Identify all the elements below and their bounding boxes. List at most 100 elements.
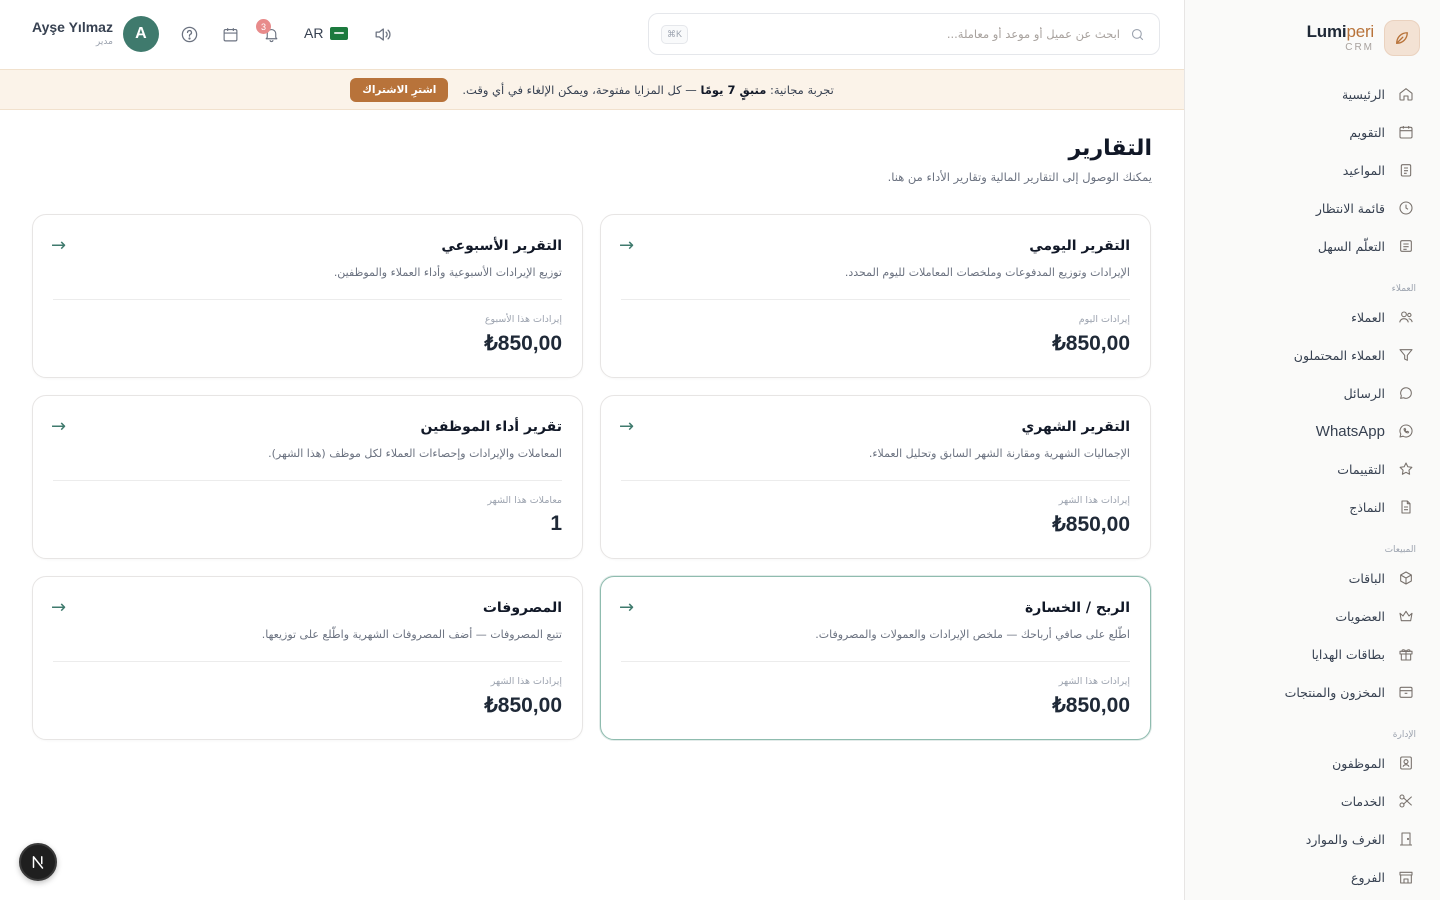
sidebar-item-label: العملاء المحتملون <box>1293 347 1385 363</box>
page-subtitle: يمكنك الوصول إلى التقارير المالية وتقاري… <box>887 170 1152 184</box>
card-metric-label: إيرادات اليوم <box>1078 314 1130 325</box>
crown-icon <box>1397 608 1414 625</box>
sidebar-item-gift-cards[interactable]: بطاقات الهدايا <box>1185 635 1440 673</box>
calendar-icon[interactable] <box>220 24 240 44</box>
card-divider <box>53 299 562 300</box>
sidebar-item-leads[interactable]: العملاء المحتملون <box>1185 336 1440 374</box>
sidebar-item-staff[interactable]: الموظفون <box>1185 744 1440 782</box>
card-description: تتبع المصروفات — أضف المصروفات الشهرية و… <box>261 628 562 641</box>
sidebar-item-label: WhatsApp <box>1315 422 1385 440</box>
bell-icon[interactable]: 3 <box>256 19 281 44</box>
arrow-right-icon[interactable]: → <box>619 416 634 437</box>
arrow-right-icon[interactable]: → <box>51 416 66 437</box>
gift-icon <box>1397 646 1414 663</box>
users-icon <box>1397 309 1414 326</box>
card-description: الإجماليات الشهرية ومقارنة الشهر السابق … <box>868 447 1130 460</box>
nextjs-dev-button[interactable] <box>19 843 57 881</box>
sidebar-item-learning[interactable]: التعلّم السهل <box>1185 227 1440 265</box>
staff-icon <box>1397 755 1414 772</box>
search-bar[interactable]: K⌘ <box>648 13 1160 55</box>
sidebar-section-sales: المبيعات <box>1384 545 1416 555</box>
card-divider <box>621 661 1130 662</box>
store-icon <box>1397 869 1414 886</box>
document-icon <box>1397 499 1414 516</box>
brand-logo[interactable]: Lumiperi CRM <box>1307 20 1420 56</box>
report-card-expenses[interactable]: المصروفات تتبع المصروفات — أضف المصروفات… <box>32 576 583 740</box>
trial-banner: تجربة مجانية: متبقٍ 7 يومًا — كل المزايا… <box>0 69 1184 110</box>
sidebar-item-rooms[interactable]: الغرف والموارد <box>1185 820 1440 858</box>
card-metric-label: معاملات هذا الشهر <box>487 495 562 506</box>
report-card-daily[interactable]: التقرير اليومي الإيرادات وتوزيع المدفوعا… <box>600 214 1151 378</box>
scissors-icon <box>1397 793 1414 810</box>
brand-subtitle: CRM <box>1345 42 1374 53</box>
sidebar-item-messages[interactable]: الرسائل <box>1185 374 1440 412</box>
box-icon <box>1397 570 1414 587</box>
sidebar: Lumiperi CRM الرئيسية التقويم المواعيد ق… <box>1184 0 1440 900</box>
sidebar-item-label: قائمة الانتظار <box>1315 200 1385 216</box>
page-header: التقارير يمكنك الوصول إلى التقارير المال… <box>888 136 1152 184</box>
sidebar-item-branches[interactable]: الفروع <box>1185 858 1440 896</box>
sidebar-item-customers[interactable]: العملاء <box>1185 298 1440 336</box>
report-card-weekly[interactable]: التقرير الأسبوعي توزيع الإيرادات الأسبوع… <box>32 214 583 378</box>
card-divider <box>621 299 1130 300</box>
card-divider <box>621 480 1130 481</box>
chat-icon <box>1397 385 1414 402</box>
whatsapp-icon <box>1397 423 1414 440</box>
card-divider <box>53 480 562 481</box>
sidebar-item-inventory[interactable]: المخزون والمنتجات <box>1185 673 1440 711</box>
sidebar-nav: الرئيسية التقويم المواعيد قائمة الانتظار… <box>1185 75 1440 896</box>
report-card-staff-performance[interactable]: تقرير أداء الموظفين المعاملات والإيرادات… <box>32 395 583 559</box>
card-metric-value: 1 <box>550 512 562 535</box>
sidebar-item-label: النماذج <box>1349 499 1385 515</box>
home-icon <box>1397 86 1414 103</box>
sidebar-item-packages[interactable]: الباقات <box>1185 559 1440 597</box>
sidebar-item-appointments[interactable]: المواعيد <box>1185 151 1440 189</box>
card-description: توزيع الإيرادات الأسبوعية وأداء العملاء … <box>333 266 562 279</box>
card-metric-label: إيرادات هذا الشهر <box>1058 495 1130 506</box>
report-card-monthly[interactable]: التقرير الشهري الإجماليات الشهرية ومقارن… <box>600 395 1151 559</box>
search-input[interactable] <box>688 14 1120 54</box>
sidebar-section-admin: الإدارة <box>1392 730 1416 740</box>
subscribe-button[interactable]: اشترِ الاشتراك <box>350 77 449 102</box>
card-divider <box>53 661 562 662</box>
sidebar-item-label: الغرف والموارد <box>1305 831 1385 847</box>
sidebar-item-home[interactable]: الرئيسية <box>1185 75 1440 113</box>
sidebar-item-calendar[interactable]: التقويم <box>1185 113 1440 151</box>
filter-icon <box>1397 347 1414 364</box>
clock-icon <box>1397 200 1414 217</box>
avatar[interactable]: A <box>122 16 159 52</box>
card-title: التقرير الشهري <box>1021 419 1130 435</box>
sidebar-item-reviews[interactable]: التقييمات <box>1185 450 1440 488</box>
trial-banner-text: تجربة مجانية: متبقٍ 7 يومًا — كل المزايا… <box>462 82 834 97</box>
sidebar-item-label: الفروع <box>1351 869 1385 885</box>
card-metric-label: إيرادات هذا الشهر <box>1058 676 1130 687</box>
speaker-icon[interactable] <box>372 24 392 44</box>
sidebar-item-waitlist[interactable]: قائمة الانتظار <box>1185 189 1440 227</box>
report-card-profit-loss[interactable]: الربح / الخسارة اطّلع على صافي أرباحك — … <box>600 576 1151 740</box>
arrow-right-icon[interactable]: → <box>51 235 66 256</box>
user-menu[interactable]: Ayşe Yılmaz مدير A <box>32 16 159 52</box>
arrow-right-icon[interactable]: → <box>619 235 634 256</box>
door-icon <box>1397 831 1414 848</box>
sidebar-item-whatsapp[interactable]: WhatsApp <box>1185 412 1440 450</box>
language-switcher[interactable]: AR <box>304 25 349 41</box>
arrow-right-icon[interactable]: → <box>619 597 634 618</box>
card-description: اطّلع على صافي أرباحك — ملخص الإيرادات و… <box>815 628 1130 641</box>
sidebar-item-label: الرسائل <box>1343 385 1385 401</box>
help-icon[interactable] <box>179 24 199 44</box>
clipboard-icon <box>1397 162 1414 179</box>
sidebar-item-label: الخدمات <box>1340 793 1385 809</box>
card-title: الربح / الخسارة <box>1025 600 1130 616</box>
sidebar-item-memberships[interactable]: العضويات <box>1185 597 1440 635</box>
card-description: المعاملات والإيرادات وإحصاءات العملاء لك… <box>268 447 562 460</box>
leaf-icon <box>1384 20 1420 56</box>
arrow-right-icon[interactable]: → <box>51 597 66 618</box>
sidebar-item-label: الباقات <box>1348 570 1385 586</box>
sidebar-section-customers: العملاء <box>1391 284 1416 294</box>
user-role: مدير <box>95 37 113 48</box>
sidebar-item-services[interactable]: الخدمات <box>1185 782 1440 820</box>
inventory-icon <box>1397 684 1414 701</box>
sidebar-item-forms[interactable]: النماذج <box>1185 488 1440 526</box>
user-name: Ayşe Yılmaz <box>32 18 113 35</box>
card-metric-label: إيرادات هذا الأسبوع <box>484 314 562 325</box>
